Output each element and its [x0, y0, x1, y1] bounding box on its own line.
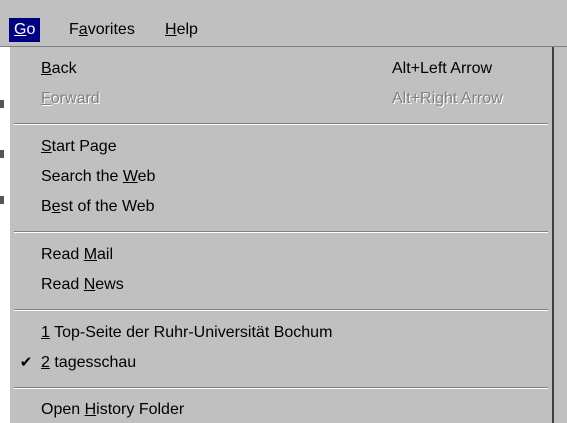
menu-favorites-accel: a: [78, 21, 88, 38]
menu-item-label: Start Page: [41, 138, 117, 155]
menu-item-forward: Forward Alt+Right Arrow: [10, 86, 552, 112]
menu-go[interactable]: Go: [9, 18, 41, 42]
menu-item-label: Read Mail: [41, 246, 114, 263]
menu-item-history-2[interactable]: ✔ 2 tagesschau: [10, 350, 552, 376]
background-window-edge: [0, 0, 9, 423]
menu-item-shortcut: Alt+Right Arrow: [392, 90, 503, 107]
menu-favorites-label-post: vorites: [87, 21, 135, 38]
menu-item-back[interactable]: Back Alt+Left Arrow: [10, 56, 552, 82]
menu-help-label-post: elp: [176, 21, 198, 38]
menu-item-label: Open History Folder: [41, 401, 185, 418]
menu-item-label: Back: [41, 60, 77, 77]
menu-item-best-of-the-web[interactable]: Best of the Web: [10, 194, 552, 220]
menu-help-accel: H: [165, 21, 177, 38]
background-text-fragment: [0, 100, 4, 108]
menu-item-label: 1 Top-Seite der Ruhr-Universität Bochum: [41, 324, 333, 341]
menu-go-label-post: o: [26, 21, 36, 38]
menu-item-label: Search the Web: [41, 168, 156, 185]
menu-favorites-label-pre: F: [69, 21, 79, 38]
menu-item-label: Read News: [41, 276, 124, 293]
menu-separator: [14, 309, 548, 311]
menu-item-shortcut: Alt+Left Arrow: [392, 60, 493, 77]
menu-item-search-the-web[interactable]: Search the Web: [10, 164, 552, 190]
menu-separator: [14, 231, 548, 233]
menu-help[interactable]: Help: [160, 18, 203, 42]
background-text-fragment: [0, 150, 4, 158]
menu-separator: [14, 387, 548, 389]
menu-item-start-page[interactable]: Start Page: [10, 134, 552, 160]
menu-separator: [14, 123, 548, 125]
background-text-fragment: [0, 196, 4, 204]
menu-item-label: Forward: [41, 90, 100, 107]
menu-favorites[interactable]: Favorites: [64, 18, 140, 42]
menu-item-history-1[interactable]: 1 Top-Seite der Ruhr-Universität Bochum: [10, 320, 552, 346]
menu-item-read-mail[interactable]: Read Mail: [10, 242, 552, 268]
menu-go-accel: G: [14, 21, 27, 38]
checkmark-icon: ✔: [19, 354, 33, 371]
menu-item-read-news[interactable]: Read News: [10, 272, 552, 298]
menu-item-open-history-folder[interactable]: Open History Folder: [10, 397, 552, 423]
menu-bar: Go Favorites Help: [0, 0, 567, 47]
go-menu-dropdown: Back Alt+Left Arrow Forward Alt+Right Ar…: [9, 47, 554, 423]
menu-item-label: Best of the Web: [41, 198, 155, 215]
menu-item-label: 2 tagesschau: [41, 354, 137, 371]
